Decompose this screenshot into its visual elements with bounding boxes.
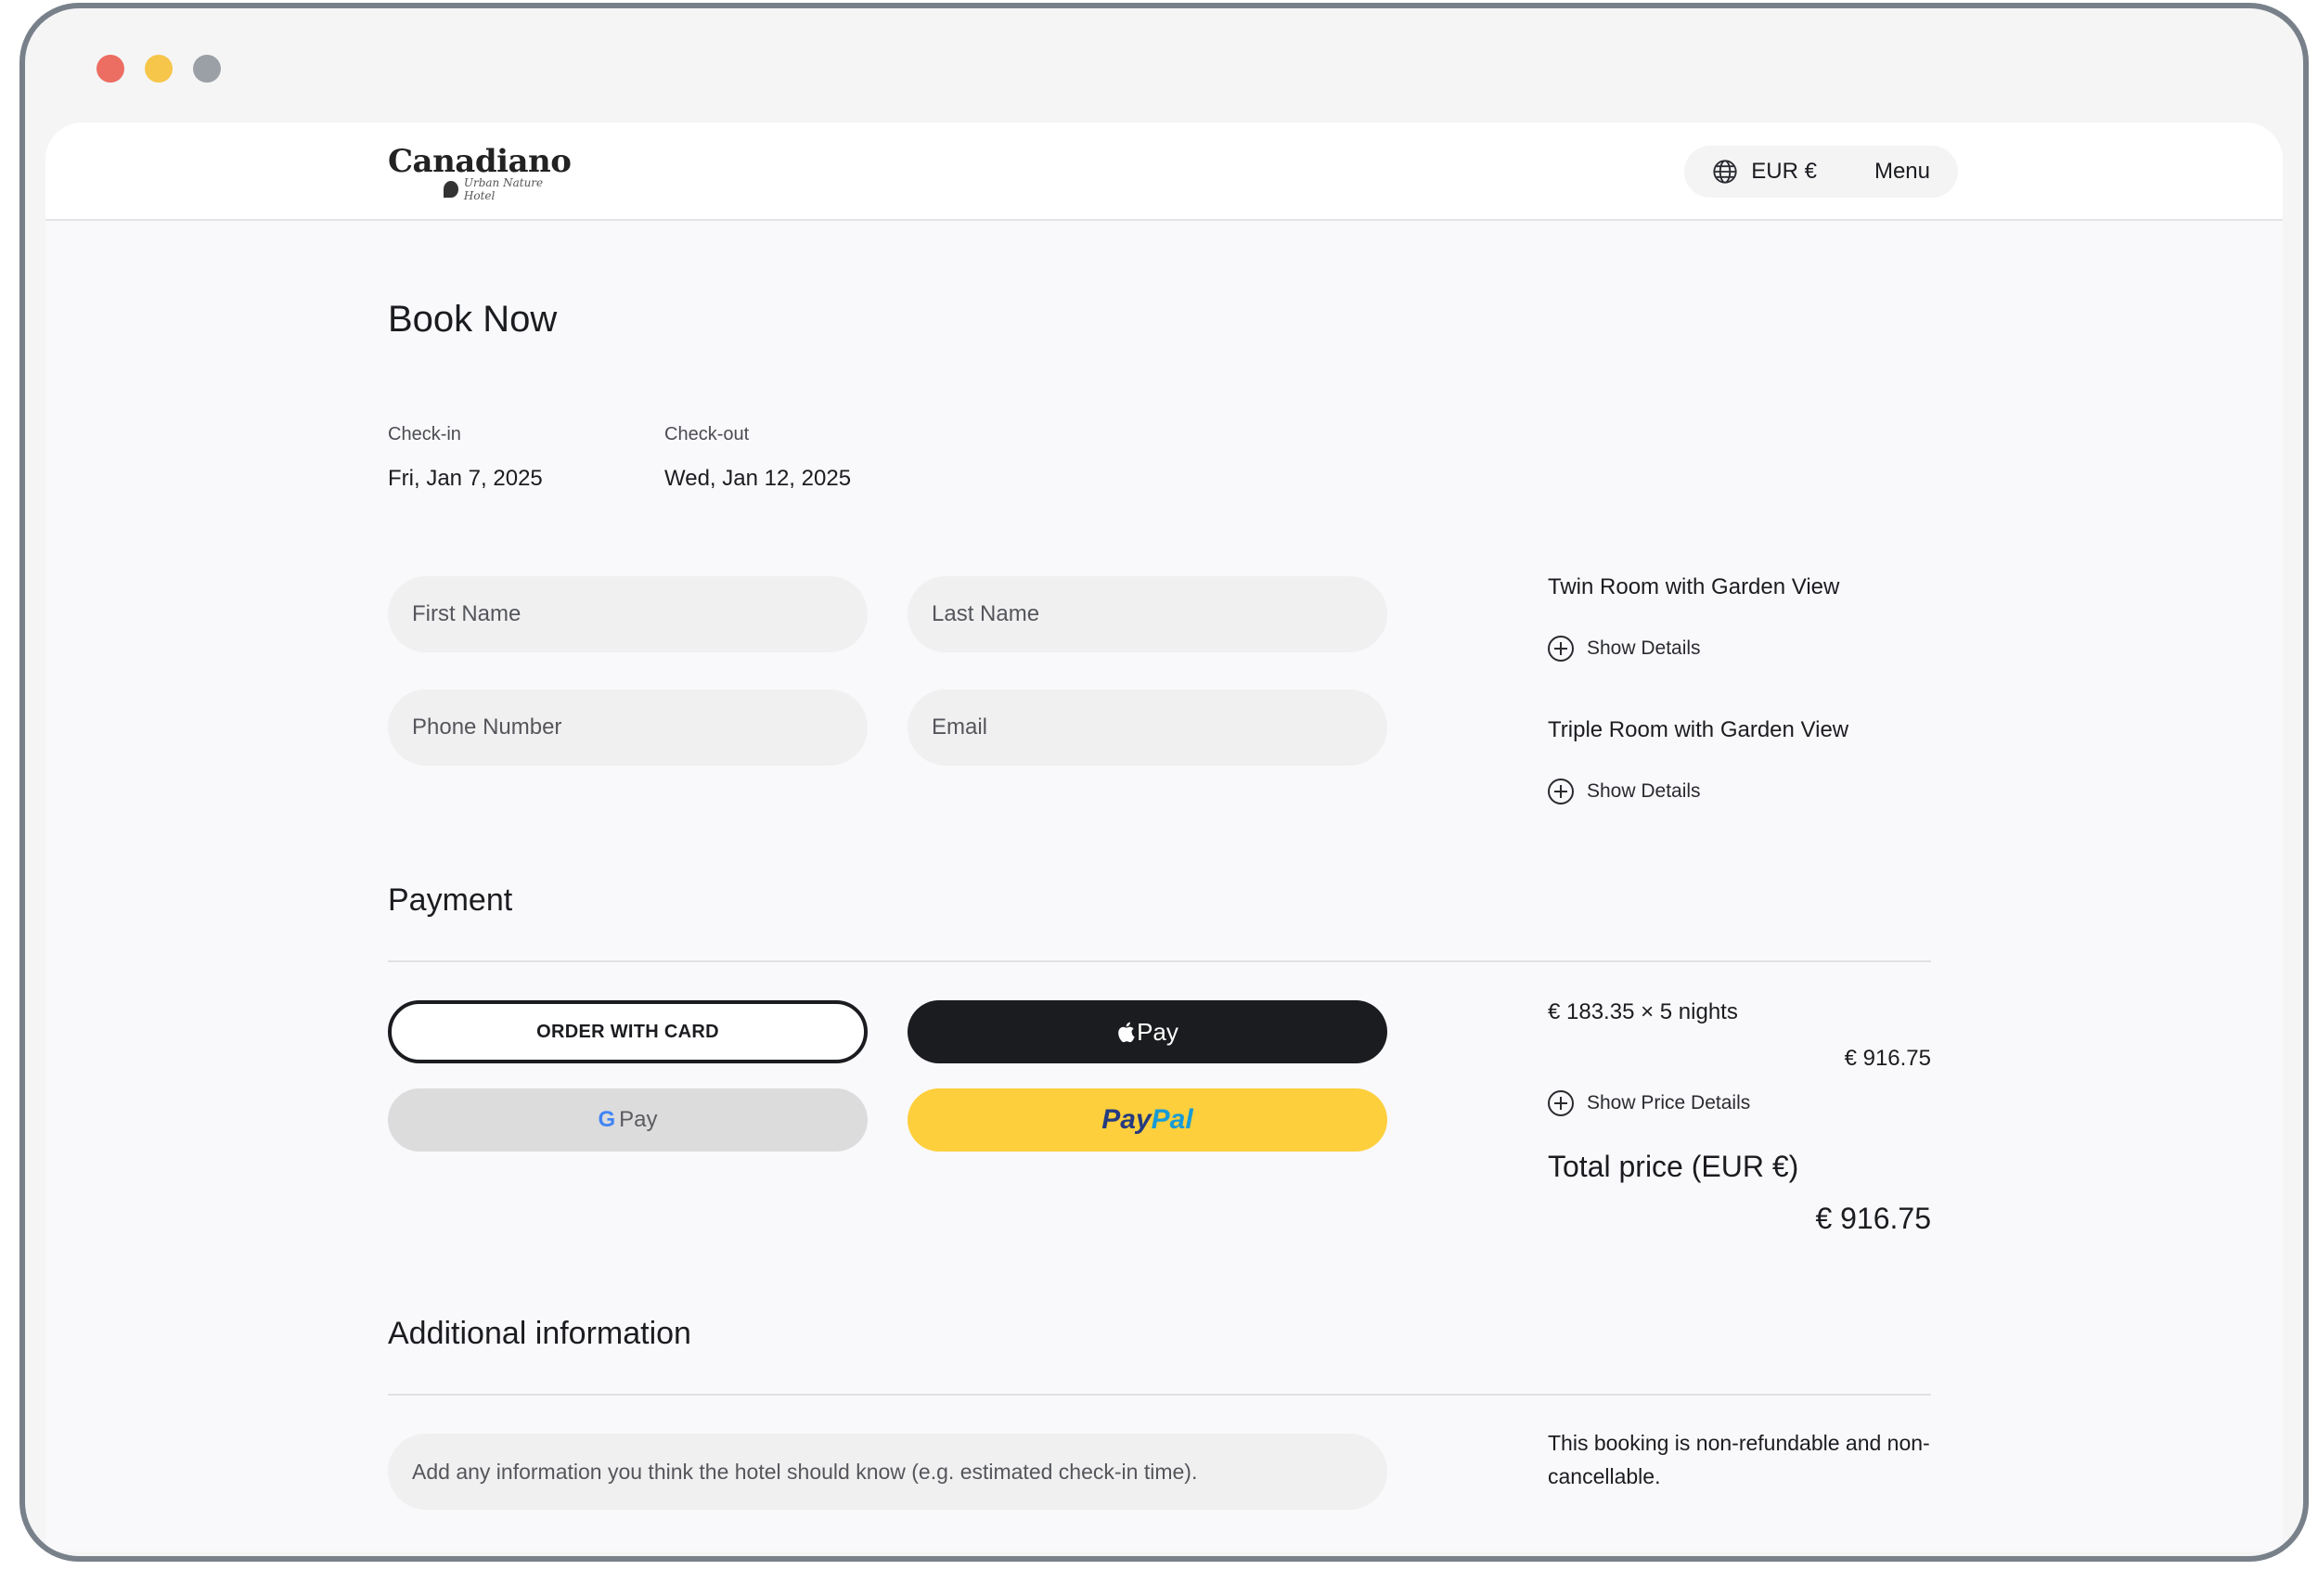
close-window-button[interactable] <box>97 55 124 83</box>
browser-window: Canadiano Urban Nature Hotel EUR € Menu … <box>19 3 2309 1562</box>
brand-tagline-row: Urban Nature Hotel <box>444 176 564 202</box>
total-price-label: Total price (EUR €) <box>1548 1150 1799 1183</box>
subtotal-value: € 916.75 <box>1844 1046 1931 1071</box>
order-with-card-button[interactable]: ORDER WITH CARD <box>388 1000 868 1063</box>
paypal-logo-part-2: Pal <box>1151 1104 1193 1135</box>
window-controls <box>97 55 221 83</box>
minimize-window-button[interactable] <box>145 55 173 83</box>
last-name-input[interactable] <box>908 576 1387 652</box>
checkout-group: Check-out Wed, Jan 12, 2025 <box>664 424 941 492</box>
checkout-value: Wed, Jan 12, 2025 <box>664 466 852 491</box>
phone-input[interactable] <box>388 689 868 766</box>
leaf-icon <box>444 181 458 198</box>
plus-circle-icon <box>1548 779 1574 804</box>
show-price-details-label: Show Price Details <box>1587 1092 1751 1113</box>
additional-info-divider <box>388 1394 1931 1396</box>
paypal-logo-part-1: Pay <box>1101 1104 1152 1135</box>
email-input[interactable] <box>908 689 1387 766</box>
additional-info-heading: Additional information <box>388 1316 691 1351</box>
checkin-group: Check-in Fri, Jan 7, 2025 <box>388 424 664 492</box>
refund-policy-note: This booking is non-refundable and non-c… <box>1548 1431 1930 1488</box>
first-name-input[interactable] <box>388 576 868 652</box>
page-title: Book Now <box>388 299 558 340</box>
payment-divider <box>388 960 1931 962</box>
room-name: Triple Room with Garden View <box>1548 717 1849 742</box>
plus-circle-icon <box>1548 1090 1574 1116</box>
checkout-label: Check-out <box>664 424 750 444</box>
checkin-label: Check-in <box>388 424 461 444</box>
room-summary-1: Twin Room with Garden View Show Details <box>1548 574 1839 662</box>
total-price-value: € 916.75 <box>1815 1202 1931 1235</box>
plus-circle-icon <box>1548 636 1574 662</box>
additional-info-input[interactable] <box>388 1434 1387 1510</box>
currency-label: EUR € <box>1751 159 1817 184</box>
brand-tagline: Urban Nature Hotel <box>463 176 544 202</box>
show-price-details-button[interactable]: Show Price Details <box>1548 1090 1750 1116</box>
maximize-window-button[interactable] <box>193 55 221 83</box>
globe-icon <box>1713 160 1737 184</box>
apple-pay-button[interactable]: Pay <box>908 1000 1387 1063</box>
header-controls: EUR € Menu <box>1684 146 1958 198</box>
payment-heading: Payment <box>388 882 513 918</box>
brand-logo[interactable]: Canadiano Urban Nature Hotel <box>388 143 572 202</box>
show-details-label: Show Details <box>1587 637 1701 659</box>
paypal-button[interactable]: Pay Pal <box>908 1088 1387 1152</box>
room-name: Twin Room with Garden View <box>1548 574 1840 599</box>
show-details-button[interactable]: Show Details <box>1548 636 1839 662</box>
checkin-value: Fri, Jan 7, 2025 <box>388 466 543 491</box>
currency-selector[interactable]: EUR € <box>1712 159 1817 185</box>
menu-button[interactable]: Menu <box>1874 159 1930 185</box>
show-details-button[interactable]: Show Details <box>1548 779 1848 804</box>
room-summary-2: Triple Room with Garden View Show Detail… <box>1548 717 1848 804</box>
google-pay-button[interactable]: G Pay <box>388 1088 868 1152</box>
stay-dates: Check-in Fri, Jan 7, 2025 Check-out Wed,… <box>388 424 941 492</box>
show-details-label: Show Details <box>1587 780 1701 802</box>
booking-page: Canadiano Urban Nature Hotel EUR € Menu … <box>45 122 2283 1551</box>
google-icon: G <box>598 1107 616 1132</box>
nightly-rate: € 183.35 × 5 nights <box>1548 999 1738 1024</box>
site-header: Canadiano Urban Nature Hotel EUR € Menu <box>45 122 2283 221</box>
brand-name: Canadiano <box>388 143 572 180</box>
google-pay-label: Pay <box>619 1107 658 1132</box>
apple-pay-label: Pay <box>1137 1017 1178 1046</box>
apple-icon <box>1118 1022 1135 1043</box>
